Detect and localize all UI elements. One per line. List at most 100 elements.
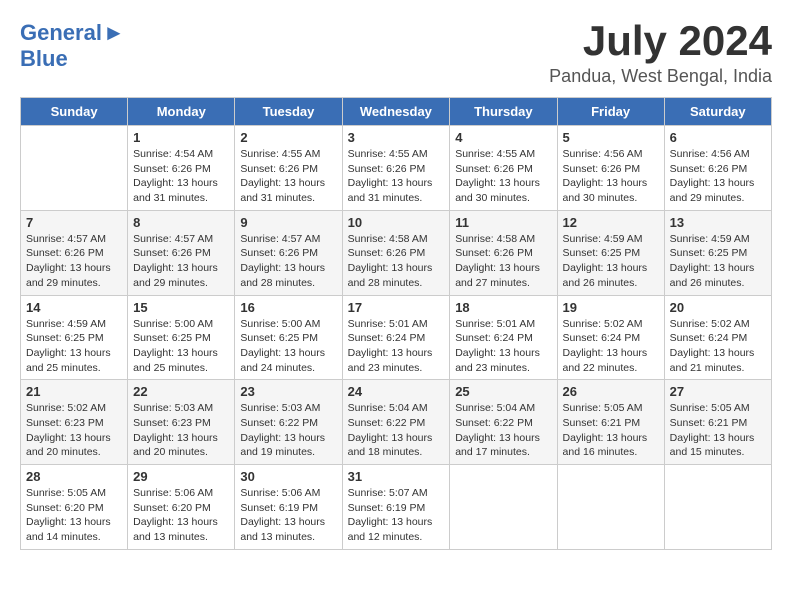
day-info: Sunrise: 4:59 AM Sunset: 6:25 PM Dayligh… bbox=[563, 232, 659, 291]
day-number: 4 bbox=[455, 130, 551, 145]
calendar-cell bbox=[664, 465, 771, 550]
day-number: 12 bbox=[563, 215, 659, 230]
day-number: 2 bbox=[240, 130, 336, 145]
calendar-day-header: Friday bbox=[557, 98, 664, 126]
day-number: 23 bbox=[240, 384, 336, 399]
calendar-cell: 23 Sunrise: 5:03 AM Sunset: 6:22 PM Dayli… bbox=[235, 380, 342, 465]
day-number: 30 bbox=[240, 469, 336, 484]
day-info: Sunrise: 5:03 AM Sunset: 6:23 PM Dayligh… bbox=[133, 401, 229, 460]
calendar-cell: 25Sunrise: 5:04 AM Sunset: 6:22 PM Dayli… bbox=[450, 380, 557, 465]
day-info: Sunrise: 5:05 AM Sunset: 6:20 PM Dayligh… bbox=[26, 486, 122, 545]
day-info: Sunrise: 4:55 AM Sunset: 6:26 PM Dayligh… bbox=[348, 147, 445, 206]
calendar-week-row: 1Sunrise: 4:54 AM Sunset: 6:26 PM Daylig… bbox=[21, 126, 772, 211]
calendar-day-header: Saturday bbox=[664, 98, 771, 126]
calendar-cell bbox=[450, 465, 557, 550]
calendar-cell: 2 Sunrise: 4:55 AM Sunset: 6:26 PM Daylig… bbox=[235, 126, 342, 211]
day-number: 26 bbox=[563, 384, 659, 399]
day-info: Sunrise: 4:58 AM Sunset: 6:26 PM Dayligh… bbox=[455, 232, 551, 291]
calendar-cell: 24Sunrise: 5:04 AM Sunset: 6:22 PM Dayli… bbox=[342, 380, 450, 465]
day-number: 19 bbox=[563, 300, 659, 315]
calendar-day-header: Sunday bbox=[21, 98, 128, 126]
calendar-week-row: 7 Sunrise: 4:57 AM Sunset: 6:26 PM Daylig… bbox=[21, 210, 772, 295]
day-number: 7 bbox=[26, 215, 122, 230]
calendar-cell: 18 Sunrise: 5:01 AM Sunset: 6:24 PM Dayli… bbox=[450, 295, 557, 380]
day-info: Sunrise: 5:06 AM Sunset: 6:20 PM Dayligh… bbox=[133, 486, 229, 545]
day-info: Sunrise: 5:00 AM Sunset: 6:25 PM Dayligh… bbox=[133, 317, 229, 376]
day-number: 29 bbox=[133, 469, 229, 484]
calendar-cell: 7 Sunrise: 4:57 AM Sunset: 6:26 PM Daylig… bbox=[21, 210, 128, 295]
day-number: 28 bbox=[26, 469, 122, 484]
calendar-cell: 6Sunrise: 4:56 AM Sunset: 6:26 PM Daylig… bbox=[664, 126, 771, 211]
day-number: 27 bbox=[670, 384, 766, 399]
day-info: Sunrise: 5:03 AM Sunset: 6:22 PM Dayligh… bbox=[240, 401, 336, 460]
day-number: 15 bbox=[133, 300, 229, 315]
calendar-cell bbox=[21, 126, 128, 211]
calendar-day-header: Thursday bbox=[450, 98, 557, 126]
logo-general: General bbox=[20, 20, 102, 46]
calendar-cell bbox=[557, 465, 664, 550]
calendar-cell: 14 Sunrise: 4:59 AM Sunset: 6:25 PM Dayli… bbox=[21, 295, 128, 380]
day-info: Sunrise: 4:55 AM Sunset: 6:26 PM Dayligh… bbox=[240, 147, 336, 206]
calendar-table: SundayMondayTuesdayWednesdayThursdayFrid… bbox=[20, 97, 772, 550]
day-info: Sunrise: 4:59 AM Sunset: 6:25 PM Dayligh… bbox=[26, 317, 122, 376]
day-info: Sunrise: 4:57 AM Sunset: 6:26 PM Dayligh… bbox=[240, 232, 336, 291]
calendar-cell: 3 Sunrise: 4:55 AM Sunset: 6:26 PM Daylig… bbox=[342, 126, 450, 211]
calendar-day-header: Tuesday bbox=[235, 98, 342, 126]
calendar-cell: 29 Sunrise: 5:06 AM Sunset: 6:20 PM Dayli… bbox=[128, 465, 235, 550]
calendar-cell: 19 Sunrise: 5:02 AM Sunset: 6:24 PM Dayli… bbox=[557, 295, 664, 380]
calendar-cell: 17Sunrise: 5:01 AM Sunset: 6:24 PM Dayli… bbox=[342, 295, 450, 380]
calendar-cell: 8 Sunrise: 4:57 AM Sunset: 6:26 PM Daylig… bbox=[128, 210, 235, 295]
calendar-cell: 28 Sunrise: 5:05 AM Sunset: 6:20 PM Dayli… bbox=[21, 465, 128, 550]
day-info: Sunrise: 5:02 AM Sunset: 6:24 PM Dayligh… bbox=[563, 317, 659, 376]
location-title: Pandua, West Bengal, India bbox=[549, 66, 772, 87]
day-info: Sunrise: 5:00 AM Sunset: 6:25 PM Dayligh… bbox=[240, 317, 336, 376]
calendar-week-row: 28 Sunrise: 5:05 AM Sunset: 6:20 PM Dayli… bbox=[21, 465, 772, 550]
day-number: 24 bbox=[348, 384, 445, 399]
day-number: 6 bbox=[670, 130, 766, 145]
calendar-cell: 11 Sunrise: 4:58 AM Sunset: 6:26 PM Dayli… bbox=[450, 210, 557, 295]
day-number: 1 bbox=[133, 130, 229, 145]
calendar-cell: 9Sunrise: 4:57 AM Sunset: 6:26 PM Daylig… bbox=[235, 210, 342, 295]
calendar-cell: 30Sunrise: 5:06 AM Sunset: 6:19 PM Dayli… bbox=[235, 465, 342, 550]
day-info: Sunrise: 5:02 AM Sunset: 6:23 PM Dayligh… bbox=[26, 401, 122, 460]
calendar-cell: 1Sunrise: 4:54 AM Sunset: 6:26 PM Daylig… bbox=[128, 126, 235, 211]
calendar-cell: 4 Sunrise: 4:55 AM Sunset: 6:26 PM Daylig… bbox=[450, 126, 557, 211]
day-number: 20 bbox=[670, 300, 766, 315]
day-info: Sunrise: 4:58 AM Sunset: 6:26 PM Dayligh… bbox=[348, 232, 445, 291]
day-number: 21 bbox=[26, 384, 122, 399]
day-info: Sunrise: 5:01 AM Sunset: 6:24 PM Dayligh… bbox=[455, 317, 551, 376]
calendar-cell: 16 Sunrise: 5:00 AM Sunset: 6:25 PM Dayli… bbox=[235, 295, 342, 380]
page-header: General ► Blue July 2024 Pandua, West Be… bbox=[20, 20, 772, 87]
calendar-cell: 13Sunrise: 4:59 AM Sunset: 6:25 PM Dayli… bbox=[664, 210, 771, 295]
calendar-header: SundayMondayTuesdayWednesdayThursdayFrid… bbox=[21, 98, 772, 126]
day-info: Sunrise: 4:57 AM Sunset: 6:26 PM Dayligh… bbox=[26, 232, 122, 291]
day-info: Sunrise: 4:55 AM Sunset: 6:26 PM Dayligh… bbox=[455, 147, 551, 206]
day-info: Sunrise: 5:02 AM Sunset: 6:24 PM Dayligh… bbox=[670, 317, 766, 376]
calendar-week-row: 21 Sunrise: 5:02 AM Sunset: 6:23 PM Dayli… bbox=[21, 380, 772, 465]
day-info: Sunrise: 4:59 AM Sunset: 6:25 PM Dayligh… bbox=[670, 232, 766, 291]
day-number: 5 bbox=[563, 130, 659, 145]
day-info: Sunrise: 5:04 AM Sunset: 6:22 PM Dayligh… bbox=[455, 401, 551, 460]
calendar-cell: 12 Sunrise: 4:59 AM Sunset: 6:25 PM Dayli… bbox=[557, 210, 664, 295]
day-number: 8 bbox=[133, 215, 229, 230]
day-number: 31 bbox=[348, 469, 445, 484]
calendar-cell: 31Sunrise: 5:07 AM Sunset: 6:19 PM Dayli… bbox=[342, 465, 450, 550]
calendar-cell: 26 Sunrise: 5:05 AM Sunset: 6:21 PM Dayli… bbox=[557, 380, 664, 465]
day-info: Sunrise: 4:57 AM Sunset: 6:26 PM Dayligh… bbox=[133, 232, 229, 291]
calendar-cell: 20 Sunrise: 5:02 AM Sunset: 6:24 PM Dayli… bbox=[664, 295, 771, 380]
day-number: 11 bbox=[455, 215, 551, 230]
day-info: Sunrise: 5:01 AM Sunset: 6:24 PM Dayligh… bbox=[348, 317, 445, 376]
calendar-cell: 5Sunrise: 4:56 AM Sunset: 6:26 PM Daylig… bbox=[557, 126, 664, 211]
calendar-day-header: Wednesday bbox=[342, 98, 450, 126]
month-title: July 2024 bbox=[549, 20, 772, 62]
day-number: 16 bbox=[240, 300, 336, 315]
calendar-cell: 22 Sunrise: 5:03 AM Sunset: 6:23 PM Dayli… bbox=[128, 380, 235, 465]
day-number: 10 bbox=[348, 215, 445, 230]
day-number: 18 bbox=[455, 300, 551, 315]
logo-arrow-icon: ► bbox=[103, 20, 125, 46]
day-number: 3 bbox=[348, 130, 445, 145]
day-number: 22 bbox=[133, 384, 229, 399]
day-number: 14 bbox=[26, 300, 122, 315]
calendar-cell: 10 Sunrise: 4:58 AM Sunset: 6:26 PM Dayli… bbox=[342, 210, 450, 295]
day-info: Sunrise: 5:05 AM Sunset: 6:21 PM Dayligh… bbox=[563, 401, 659, 460]
